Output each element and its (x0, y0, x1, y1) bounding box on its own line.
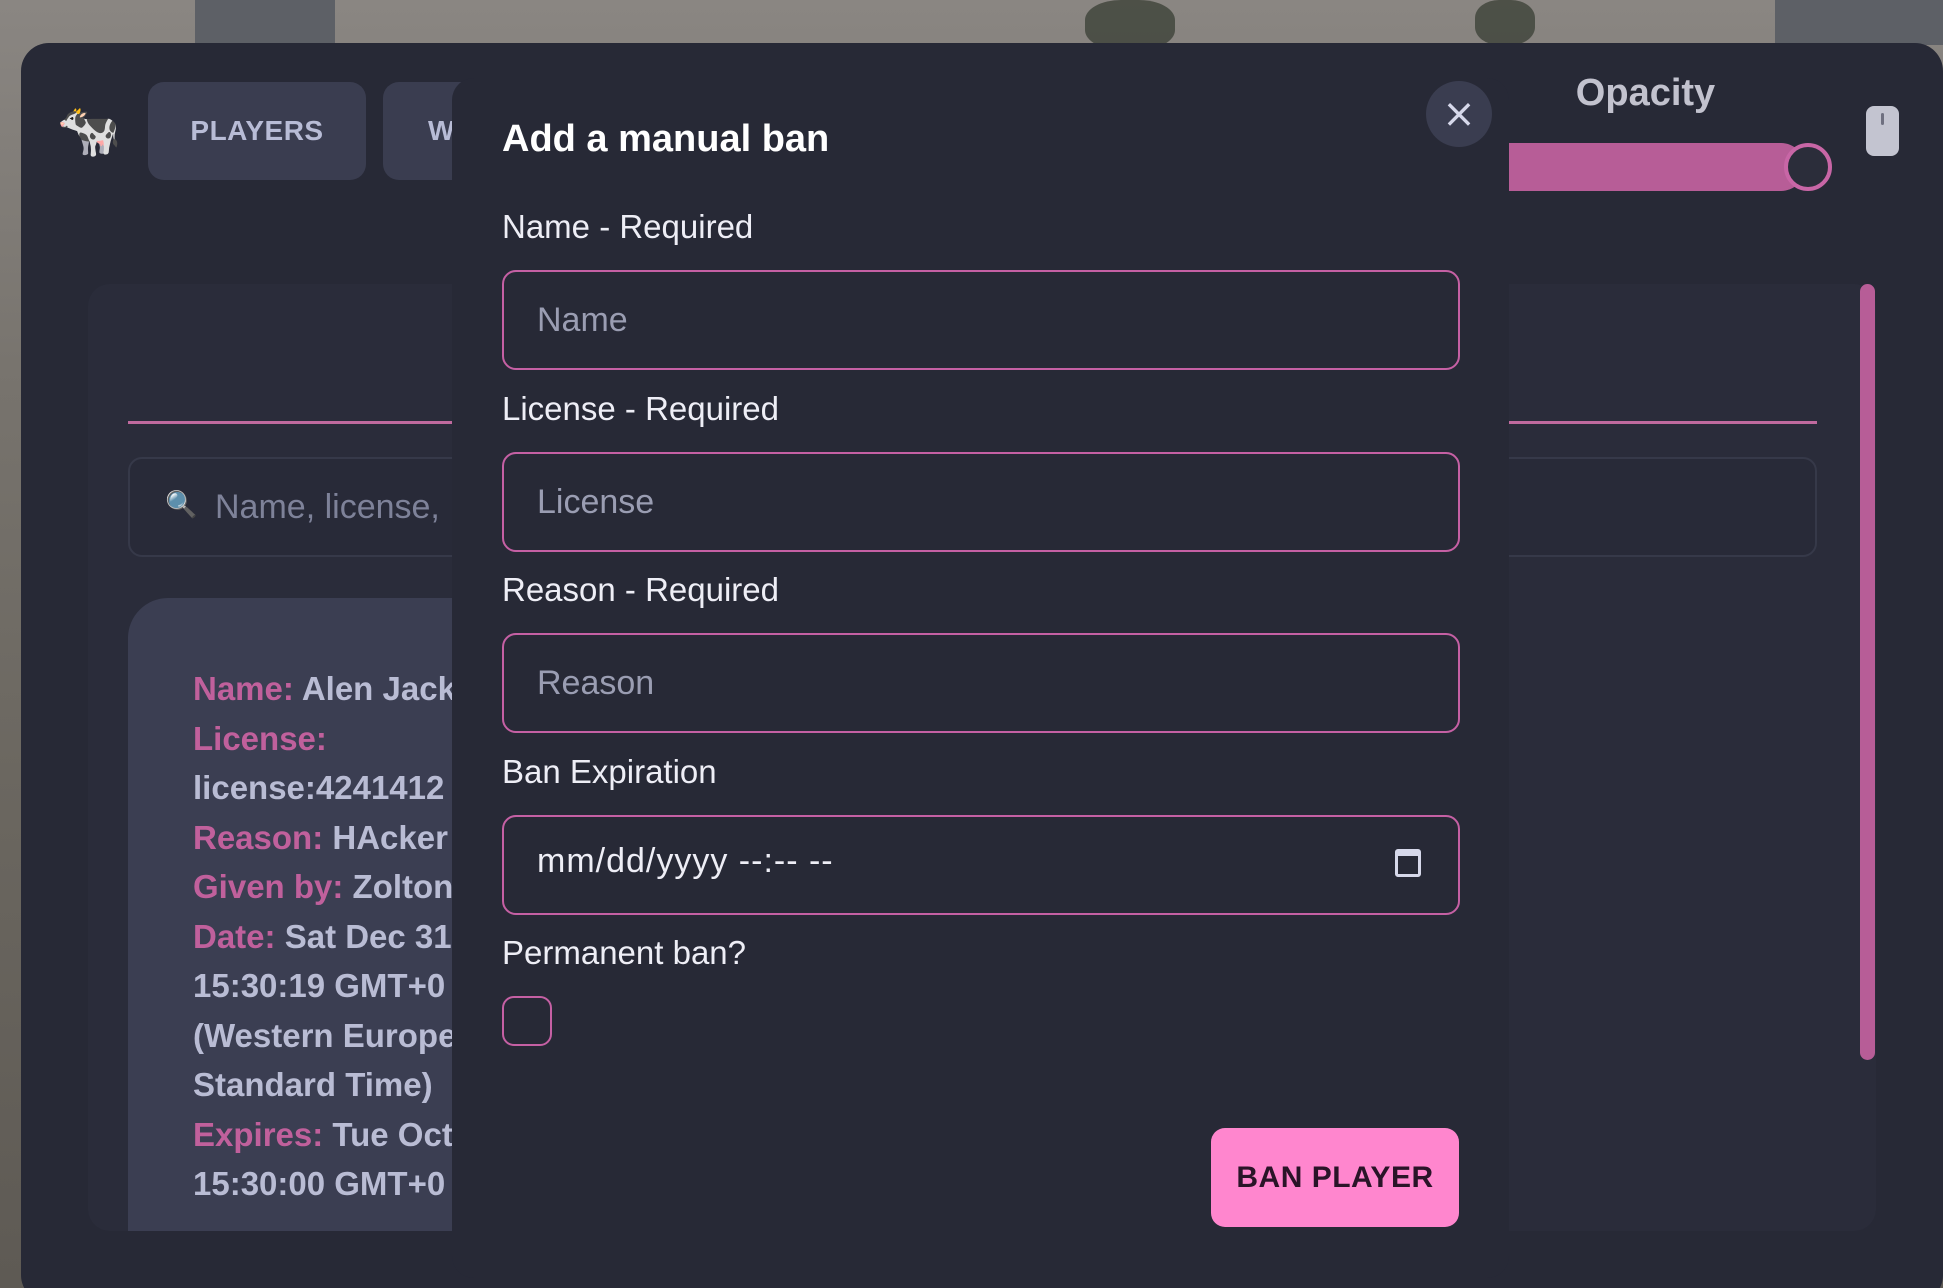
reason-label: Reason: (193, 818, 324, 856)
opacity-slider-handle[interactable] (1784, 143, 1832, 191)
license-value: license:4241412 (193, 769, 445, 806)
calendar-icon[interactable] (1395, 849, 1421, 877)
reason-field-label: Reason - Required (502, 571, 779, 608)
given-by-value: Zolton (352, 868, 454, 905)
license-field-label: License - Required (502, 390, 779, 427)
expires-value: Tue Oct (332, 1115, 453, 1153)
tab-players[interactable]: PLAYERS (148, 82, 366, 180)
scrollbar[interactable] (1860, 284, 1875, 1060)
expires-label: Expires: (193, 1115, 324, 1153)
background-tree (1475, 0, 1535, 45)
name-label: Name: (193, 670, 294, 707)
cow-logo-icon: 🐄 (56, 101, 122, 161)
expiration-field-label: Ban Expiration (502, 753, 717, 790)
date-value-zone-cont: Standard Time) (193, 1066, 433, 1103)
given-by-label: Given by: (193, 868, 344, 905)
reason-value: HAcker (332, 818, 448, 856)
mouse-icon[interactable] (1866, 106, 1899, 156)
opacity-label: Opacity (1575, 72, 1716, 114)
license-field[interactable] (502, 452, 1460, 552)
permanent-ban-label: Permanent ban? (502, 934, 747, 971)
date-label: Date: (193, 917, 276, 955)
reason-field[interactable] (502, 633, 1460, 733)
background-building (1775, 0, 1943, 45)
opacity-slider-track[interactable] (1500, 143, 1805, 191)
modal-title: Add a manual ban (502, 118, 830, 160)
date-value-zone: (Western Europe (193, 1016, 457, 1054)
expiration-value: mm/dd/yyyy --:-- -- (537, 842, 834, 880)
expires-value-time: 15:30:00 GMT+0 (193, 1165, 446, 1202)
date-value: Sat Dec 31 (284, 917, 452, 955)
name-field[interactable] (502, 270, 1460, 370)
ban-player-button[interactable]: BAN PLAYER (1211, 1128, 1459, 1227)
close-icon[interactable]: × (1426, 81, 1492, 147)
date-value-time: 15:30:19 GMT+0 (193, 967, 446, 1004)
license-label: License: (193, 719, 327, 757)
name-field-label: Name - Required (502, 208, 754, 245)
search-icon: 🔍 (165, 490, 198, 520)
permanent-ban-checkbox[interactable] (502, 996, 552, 1046)
name-value: Alen Jack (301, 670, 456, 707)
